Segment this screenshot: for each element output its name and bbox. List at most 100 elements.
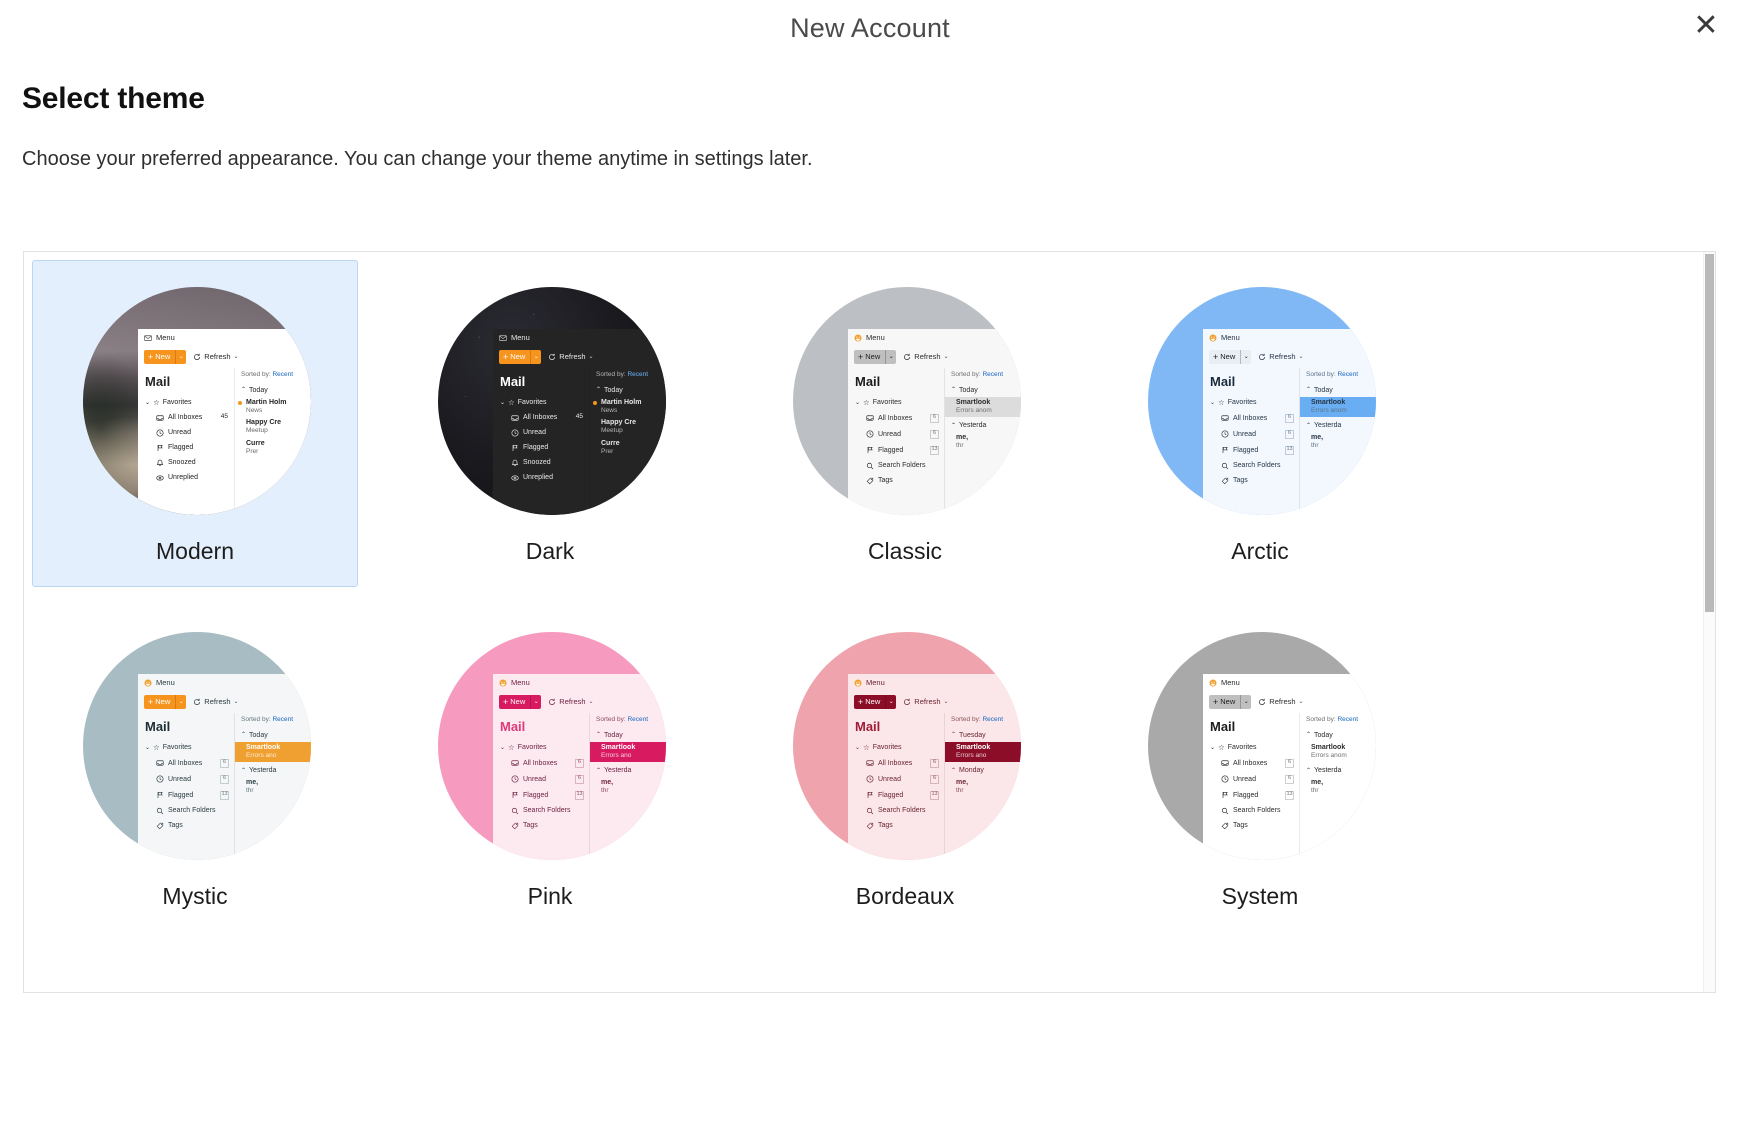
menu-label[interactable]: Menu [866, 334, 885, 342]
new-mail-dropdown[interactable]: ⌄ [1240, 350, 1251, 364]
scrollbar-thumb[interactable] [1705, 254, 1714, 612]
new-mail-dropdown[interactable]: ⌄ [530, 350, 541, 364]
sidebar-item-all-inboxes[interactable]: All Inboxes 45 [145, 414, 234, 422]
sidebar-item-search-folders[interactable]: Search Folders [145, 807, 234, 815]
message-list-item[interactable]: me, thr [945, 774, 1021, 795]
new-mail-button-main[interactable]: + New [1209, 350, 1240, 364]
sort-indicator[interactable]: Sorted by: Recent [590, 713, 666, 724]
sidebar-item-unread[interactable]: Unread 6 [1210, 774, 1299, 784]
sidebar-item-all-inboxes[interactable]: All Inboxes 6 [855, 758, 944, 768]
theme-card-pink[interactable]: Menu + New ⌄ Refresh ⌄ Mail ⌄ ☆ Favorites All Inbo… [387, 605, 713, 932]
sort-value[interactable]: Recent [272, 371, 293, 378]
sidebar-item-unread[interactable]: Unread 6 [855, 429, 944, 439]
sort-indicator[interactable]: Sorted by: Recent [1300, 713, 1376, 724]
sort-indicator[interactable]: Sorted by: Recent [235, 368, 311, 379]
new-mail-dropdown[interactable]: ⌄ [885, 695, 896, 709]
sidebar-item-flagged[interactable]: Flagged 13 [855, 790, 944, 800]
sort-value[interactable]: Recent [982, 716, 1003, 723]
new-mail-button-main[interactable]: + New [1209, 695, 1240, 709]
favorites-group[interactable]: ⌄ ☆ Favorites [1210, 744, 1299, 752]
new-mail-dropdown[interactable]: ⌄ [175, 695, 186, 709]
new-mail-button[interactable]: + New ⌄ [499, 695, 542, 709]
sidebar-item-search-folders[interactable]: Search Folders [1210, 462, 1299, 470]
sidebar-item-tags[interactable]: Tags [500, 822, 589, 830]
sidebar-item-all-inboxes[interactable]: All Inboxes 6 [145, 758, 234, 768]
favorites-group[interactable]: ⌄ ☆ Favorites [500, 744, 589, 752]
message-list-item[interactable]: me, thr [235, 774, 311, 795]
day-group-header[interactable]: ⌃ Today [590, 379, 666, 394]
favorites-group[interactable]: ⌄ ☆ Favorites [1210, 399, 1299, 407]
message-list-item[interactable]: Smartlook Errors anom [945, 394, 1021, 417]
menu-label[interactable]: Menu [511, 334, 530, 342]
sidebar-item-all-inboxes[interactable]: All Inboxes 6 [500, 758, 589, 768]
message-list-item[interactable]: Smartlook Errors ano [945, 739, 1021, 762]
sort-indicator[interactable]: Sorted by: Recent [945, 713, 1021, 724]
menu-label[interactable]: Menu [156, 679, 175, 687]
refresh-button[interactable]: Refresh ⌄ [548, 698, 594, 706]
sidebar-item-flagged[interactable]: Flagged 13 [145, 790, 234, 800]
new-mail-dropdown[interactable]: ⌄ [885, 350, 896, 364]
sidebar-item-unread[interactable]: Unread 6 [855, 774, 944, 784]
new-mail-button-main[interactable]: + New [854, 350, 885, 364]
refresh-button[interactable]: Refresh ⌄ [1258, 353, 1304, 361]
sidebar-item-tags[interactable]: Tags [855, 477, 944, 485]
message-list-item[interactable]: Martin Holm News [235, 394, 311, 415]
new-mail-button[interactable]: + New ⌄ [854, 350, 897, 364]
new-mail-dropdown[interactable]: ⌄ [530, 695, 541, 709]
vertical-scrollbar[interactable] [1703, 252, 1715, 992]
message-list-item[interactable]: Curre Prer [235, 435, 311, 456]
new-mail-dropdown[interactable]: ⌄ [175, 350, 186, 364]
refresh-button[interactable]: Refresh ⌄ [1258, 698, 1304, 706]
sort-indicator[interactable]: Sorted by: Recent [945, 368, 1021, 379]
favorites-group[interactable]: ⌄ ☆ Favorites [145, 399, 234, 407]
sidebar-item-flagged[interactable]: Flagged 13 [1210, 790, 1299, 800]
sort-value[interactable]: Recent [272, 716, 293, 723]
new-mail-button-main[interactable]: + New [854, 695, 885, 709]
day-group-header[interactable]: ⌃ Today [235, 724, 311, 739]
refresh-button[interactable]: Refresh ⌄ [903, 698, 949, 706]
sort-indicator[interactable]: Sorted by: Recent [590, 368, 666, 379]
sidebar-item-flagged[interactable]: Flagged 13 [1210, 445, 1299, 455]
sidebar-item-unread[interactable]: Unread [145, 429, 234, 437]
sidebar-item-tags[interactable]: Tags [1210, 822, 1299, 830]
sidebar-item-search-folders[interactable]: Search Folders [1210, 807, 1299, 815]
sidebar-item-unreplied[interactable]: Unreplied [500, 474, 589, 482]
sort-value[interactable]: Recent [627, 371, 648, 378]
sort-indicator[interactable]: Sorted by: Recent [1300, 368, 1376, 379]
favorites-group[interactable]: ⌄ ☆ Favorites [500, 399, 589, 407]
sidebar-item-search-folders[interactable]: Search Folders [855, 462, 944, 470]
message-list-item[interactable]: me, thr [1300, 429, 1376, 450]
menu-label[interactable]: Menu [1221, 334, 1240, 342]
message-list-item[interactable]: Smartlook Errors ano [590, 739, 666, 762]
new-mail-button[interactable]: + New ⌄ [144, 695, 187, 709]
close-icon[interactable]: ✕ [1686, 6, 1726, 46]
new-mail-button[interactable]: + New ⌄ [144, 350, 187, 364]
day-group-header[interactable]: ⌃ Today [1300, 724, 1376, 739]
new-mail-button[interactable]: + New ⌄ [499, 350, 542, 364]
sort-value[interactable]: Recent [1337, 716, 1358, 723]
theme-preview-classic[interactable]: Menu + New ⌄ Refresh ⌄ Mail ⌄ ☆ Favorites All Inbo… [793, 287, 1021, 515]
theme-preview-modern[interactable]: Menu + New ⌄ Refresh ⌄ Mail ⌄ ☆ Favorites All Inbo… [83, 287, 311, 515]
sidebar-item-search-folders[interactable]: Search Folders [500, 807, 589, 815]
theme-card-classic[interactable]: Menu + New ⌄ Refresh ⌄ Mail ⌄ ☆ Favorites All Inbo… [742, 260, 1068, 587]
sort-value[interactable]: Recent [982, 371, 1003, 378]
day-group-header[interactable]: ⌃ Today [945, 379, 1021, 394]
refresh-button[interactable]: Refresh ⌄ [548, 353, 594, 361]
message-list-item[interactable]: me, thr [1300, 774, 1376, 795]
sort-value[interactable]: Recent [627, 716, 648, 723]
new-mail-button-main[interactable]: + New [144, 695, 175, 709]
sidebar-item-snoozed[interactable]: Snoozed [145, 459, 234, 467]
theme-preview-mystic[interactable]: Menu + New ⌄ Refresh ⌄ Mail ⌄ ☆ Favorites All Inbo… [83, 632, 311, 860]
menu-label[interactable]: Menu [156, 334, 175, 342]
theme-card-arctic[interactable]: Menu + New ⌄ Refresh ⌄ Mail ⌄ ☆ Favorites All Inbo… [1097, 260, 1423, 587]
sidebar-item-unreplied[interactable]: Unreplied [145, 474, 234, 482]
message-list-item[interactable]: Martin Holm News [590, 394, 666, 415]
sort-indicator[interactable]: Sorted by: Recent [235, 713, 311, 724]
sidebar-item-unread[interactable]: Unread 6 [500, 774, 589, 784]
message-list-item[interactable]: Happy Cre Meetup [590, 414, 666, 435]
theme-preview-arctic[interactable]: Menu + New ⌄ Refresh ⌄ Mail ⌄ ☆ Favorites All Inbo… [1148, 287, 1376, 515]
sidebar-item-tags[interactable]: Tags [1210, 477, 1299, 485]
sidebar-item-all-inboxes[interactable]: All Inboxes 6 [855, 413, 944, 423]
theme-preview-system[interactable]: Menu + New ⌄ Refresh ⌄ Mail ⌄ ☆ Favorites All Inbo… [1148, 632, 1376, 860]
refresh-button[interactable]: Refresh ⌄ [903, 353, 949, 361]
